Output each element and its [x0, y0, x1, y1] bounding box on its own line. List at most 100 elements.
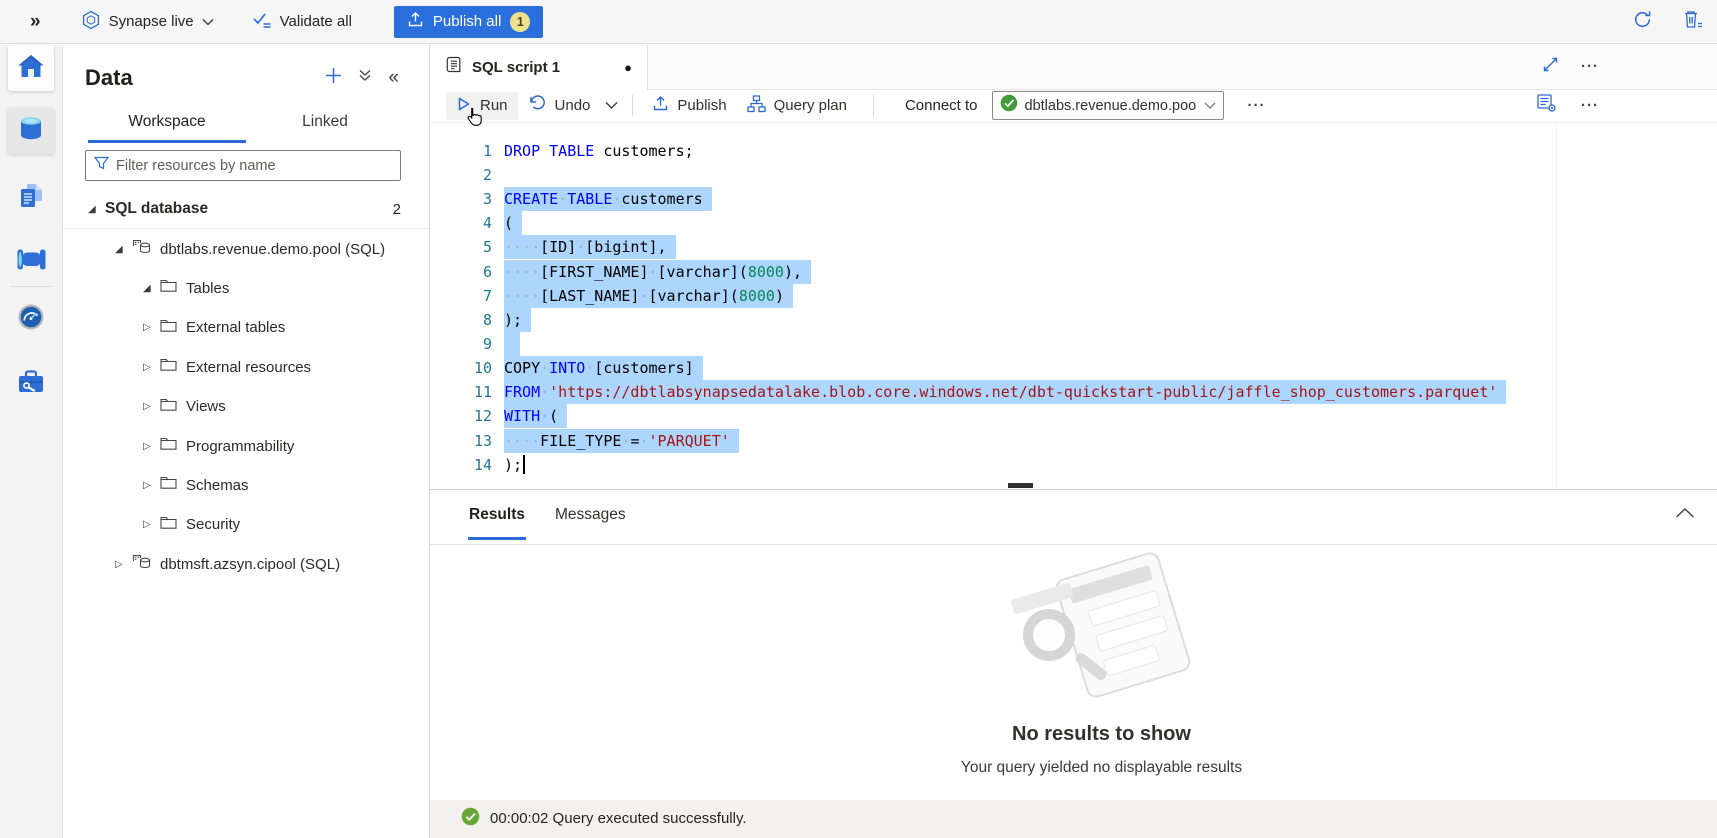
code-text: ····FILE_TYPE·=·'PARQUET' [504, 429, 739, 453]
tab-more-actions-icon[interactable]: ··· [1581, 58, 1599, 75]
publish-all-button[interactable]: Publish all 1 [394, 6, 543, 38]
line-number: 5 [430, 235, 492, 259]
line-number: 12 [430, 404, 492, 428]
expand-sidebar-icon[interactable]: » [30, 11, 41, 33]
code-line-6[interactable]: 6····[FIRST_NAME]·[varchar](8000), [430, 260, 1717, 284]
undo-icon [528, 95, 547, 116]
code-text: COPY·INTO·[customers] [504, 356, 703, 380]
nav-home-button[interactable] [8, 45, 54, 91]
code-line-2[interactable]: 2 [430, 163, 1717, 187]
code-text: ( [504, 211, 522, 235]
editor-more-actions-icon[interactable]: ··· [1581, 97, 1599, 114]
collapsed-caret-icon[interactable]: ▷ [143, 401, 160, 412]
code-line-7[interactable]: 7····[LAST_NAME]·[varchar](8000) [430, 284, 1717, 308]
collapse-panel-icon[interactable]: « [388, 67, 399, 89]
manage-toolbox-icon [17, 369, 45, 400]
filter-box[interactable] [85, 150, 401, 181]
tree-item-tables[interactable]: ◢Tables [63, 269, 429, 308]
tree-item-dbtlabs-revenue-demo-pool-sql-[interactable]: ◢dbtlabs.revenue.demo.pool (SQL) [63, 229, 429, 268]
nav-develop-button[interactable] [8, 175, 54, 221]
collapsed-caret-icon[interactable]: ▷ [143, 322, 160, 333]
run-label: Run [480, 97, 508, 114]
refresh-icon[interactable] [1632, 9, 1653, 35]
toolbar-more-actions-icon[interactable]: ··· [1248, 97, 1266, 114]
tab-linked[interactable]: Linked [246, 103, 404, 143]
code-line-12[interactable]: 12WITH·( [430, 404, 1717, 428]
code-line-5[interactable]: 5····[ID]·[bigint], [430, 235, 1717, 259]
sql-script-icon [444, 55, 463, 79]
filter-input[interactable] [116, 158, 392, 174]
tab-results[interactable]: Results [468, 494, 526, 540]
code-line-13[interactable]: 13····FILE_TYPE·=·'PARQUET' [430, 429, 1717, 453]
properties-icon[interactable] [1536, 93, 1557, 118]
data-database-icon [16, 114, 46, 149]
code-line-8[interactable]: 8); [430, 308, 1717, 332]
tree-item-label: Schemas [186, 477, 249, 494]
line-number: 14 [430, 453, 492, 477]
magnifier-icon [1023, 609, 1075, 661]
collapsed-caret-icon[interactable]: ▷ [143, 441, 160, 452]
tree-item-views[interactable]: ▷ Views [63, 387, 429, 426]
expanded-caret-icon[interactable]: ◢ [115, 244, 132, 255]
tab-sql-script-1[interactable]: SQL script 1 ● [430, 45, 648, 90]
rail-divider [10, 286, 52, 287]
tree-item-count: 2 [393, 201, 401, 218]
publish-count-badge: 1 [510, 12, 530, 32]
monitor-gauge-icon [17, 303, 45, 336]
collapse-results-chevron-icon[interactable] [1675, 506, 1695, 524]
code-text: DROP TABLE customers; [504, 139, 694, 163]
line-number: 10 [430, 356, 492, 380]
run-button[interactable]: Run [446, 92, 518, 120]
code-line-4[interactable]: 4( [430, 211, 1717, 235]
run-options-chevron[interactable] [600, 97, 623, 114]
tree-item-external-tables[interactable]: ▷External tables [63, 308, 429, 347]
empty-state-title: No results to show [1012, 723, 1191, 746]
tree-item-schemas[interactable]: ▷ Schemas [63, 466, 429, 505]
discard-all-icon[interactable] [1683, 9, 1703, 35]
editor-tab-strip: SQL script 1 ● ··· [430, 45, 1717, 90]
tree-item-dbtmsft-azsyn-cipool-sql-[interactable]: ▷dbtmsft.azsyn.cipool (SQL) [63, 545, 429, 584]
home-icon [17, 53, 45, 84]
code-line-14[interactable]: 14); [430, 453, 1717, 477]
add-resource-icon[interactable] [325, 67, 342, 89]
folder-icon [160, 279, 177, 297]
tab-messages[interactable]: Messages [554, 494, 627, 540]
panel-title: Data [85, 65, 133, 91]
connect-to-pool-dropdown[interactable]: dbtlabs.revenue.demo.pool [992, 91, 1224, 120]
tree-item-security[interactable]: ▷Security [63, 505, 429, 544]
collapsed-caret-icon[interactable]: ▷ [143, 480, 160, 491]
code-text: CREATE·TABLE·customers [504, 187, 712, 211]
validate-all-button[interactable]: Validate all [252, 11, 352, 33]
tree-item-label: Views [186, 398, 226, 415]
expand-editor-icon[interactable] [1542, 56, 1559, 78]
synapse-live-selector[interactable]: Synapse live [81, 10, 214, 34]
undo-button[interactable]: Undo [518, 91, 601, 120]
expanded-caret-icon[interactable]: ◢ [143, 283, 160, 294]
collapsed-caret-icon[interactable]: ▷ [143, 362, 160, 373]
publish-button[interactable]: Publish [642, 91, 736, 120]
results-tab-bar: Results Messages [430, 490, 1717, 545]
tab-workspace[interactable]: Workspace [88, 103, 246, 143]
collapsed-caret-icon[interactable]: ▷ [143, 519, 160, 530]
code-line-11[interactable]: 11FROM·'https://dbtlabsynapsedatalake.bl… [430, 380, 1717, 404]
code-line-9[interactable]: 9 [430, 332, 1717, 356]
nav-manage-button[interactable] [8, 361, 54, 407]
splitter-handle[interactable] [1008, 483, 1033, 488]
code-line-1[interactable]: 1DROP TABLE customers; [430, 139, 1717, 163]
nav-monitor-button[interactable] [8, 296, 54, 342]
empty-state-subtitle: Your query yielded no displayable result… [961, 759, 1242, 777]
expanded-caret-icon[interactable]: ◢ [88, 204, 105, 215]
tree-item-programmability[interactable]: ▷Programmability [63, 426, 429, 465]
code-line-10[interactable]: 10 COPY·INTO·[customers] [430, 356, 1717, 380]
double-chevron-down-icon[interactable] [358, 69, 372, 87]
play-icon [456, 96, 472, 116]
code-line-3[interactable]: 3CREATE·TABLE·customers [430, 187, 1717, 211]
tab-label: SQL script 1 [472, 59, 560, 76]
nav-data-button[interactable] [8, 108, 54, 154]
nav-integrate-button[interactable] [8, 239, 54, 285]
collapsed-caret-icon[interactable]: ▷ [115, 559, 132, 570]
tree-item-sql-database[interactable]: ◢SQL database2 [63, 190, 429, 229]
tree-item-external-resources[interactable]: ▷External resources [63, 348, 429, 387]
code-editor[interactable]: 1DROP TABLE customers;23CREATE·TABLE·cus… [430, 123, 1717, 489]
query-plan-button[interactable]: Query plan [737, 91, 857, 121]
